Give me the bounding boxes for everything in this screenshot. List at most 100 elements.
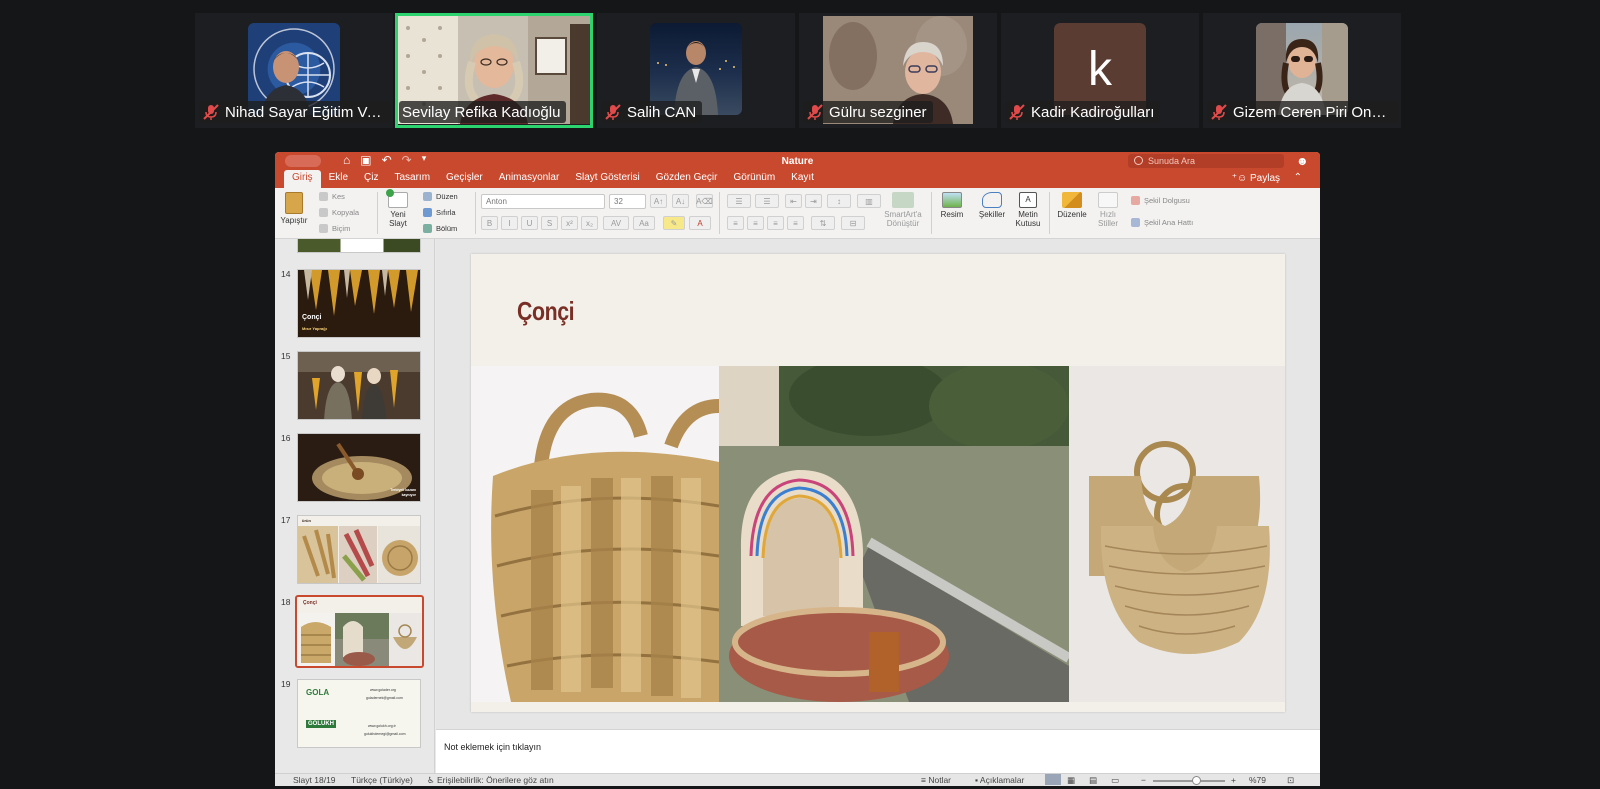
comments-toggle[interactable]: ▪ Açıklamalar — [975, 775, 1024, 785]
participant-tile[interactable]: k Kadir Kadiroğulları — [1001, 13, 1199, 128]
notes-pane[interactable]: Not eklemek için tıklayın — [436, 729, 1320, 773]
clear-format-icon[interactable]: A⌫ — [696, 194, 713, 208]
basket-photo-2[interactable] — [719, 366, 1069, 702]
align-left-icon[interactable]: ≡ — [727, 216, 744, 230]
zoom-in-icon[interactable]: + — [1231, 775, 1236, 785]
shape-outline-button[interactable]: Şekil Ana Hattı — [1131, 218, 1193, 227]
picture-button[interactable]: Resim — [937, 192, 967, 219]
paste-button[interactable]: Yapıştır — [279, 192, 309, 225]
columns-icon[interactable]: ▥ — [857, 194, 881, 208]
quick-styles-label-1: Hızlı — [1100, 210, 1116, 219]
tab-record[interactable]: Kayıt — [783, 172, 822, 188]
muted-mic-icon — [605, 104, 621, 120]
zoom-slider[interactable] — [1153, 776, 1225, 785]
reset-icon — [423, 208, 432, 217]
justify-icon[interactable]: ≡ — [787, 216, 804, 230]
participant-tile[interactable]: Gülru sezginer — [799, 13, 997, 128]
underline-icon[interactable]: U — [521, 216, 538, 230]
slide-thumbnail-13[interactable] — [297, 239, 421, 253]
normal-view-icon[interactable] — [1045, 774, 1061, 785]
reset-button[interactable]: Sıfırla — [423, 208, 456, 217]
slide-thumbnail-14[interactable]: Çonçi Mısır Yaprağı — [297, 269, 421, 338]
italic-icon[interactable]: I — [501, 216, 518, 230]
slide-editing-area[interactable]: Çonçi — [436, 239, 1320, 729]
section-button[interactable]: Bölüm — [423, 224, 457, 233]
text-direction-icon[interactable]: ⇅ — [811, 216, 835, 230]
bold-icon[interactable]: B — [481, 216, 498, 230]
change-case-icon[interactable]: Aa — [633, 216, 655, 230]
search-box[interactable]: Sunuda Ara — [1128, 154, 1284, 168]
fit-slide-icon[interactable]: ⊡ — [1287, 775, 1294, 786]
accessibility-checker[interactable]: ♿ Erişilebilirlik: Önerilere göz atın — [427, 775, 554, 786]
participant-name: Salih CAN — [627, 103, 697, 121]
tab-home[interactable]: Giriş — [284, 170, 321, 188]
shape-fill-label: Şekil Dolgusu — [1144, 196, 1190, 205]
participant-tile-active-speaker[interactable]: Sevilay Refika Kadıoğlu — [395, 13, 593, 128]
quick-styles-icon — [1098, 192, 1118, 208]
zoom-slider-thumb[interactable] — [1192, 776, 1202, 785]
basket-photo-3[interactable] — [1069, 366, 1285, 702]
align-text-icon[interactable]: ⊟ — [841, 216, 865, 230]
character-spacing-icon[interactable]: AV — [603, 216, 629, 230]
tab-review[interactable]: Gözden Geçir — [648, 172, 726, 188]
slide-title[interactable]: Çonçi — [517, 296, 575, 327]
shape-fill-button[interactable]: Şekil Dolgusu — [1131, 196, 1190, 205]
font-size-select[interactable]: 32 — [609, 194, 646, 209]
align-right-icon[interactable]: ≡ — [767, 216, 784, 230]
superscript-icon[interactable]: x² — [561, 216, 578, 230]
decrease-font-icon[interactable]: A↓ — [672, 194, 689, 208]
subscript-icon[interactable]: x₂ — [581, 216, 598, 230]
zoom-out-icon[interactable]: − — [1141, 775, 1146, 785]
line-spacing-icon[interactable]: ↕ — [827, 194, 851, 208]
align-center-icon[interactable]: ≡ — [747, 216, 764, 230]
new-slide-button[interactable]: Yeni Slayt — [383, 189, 413, 228]
slide-thumbnail-panel[interactable]: 14 Çonçi Mısır Yaprağı 15 16 Terbiyeli k… — [275, 239, 435, 773]
cut-button[interactable]: Kes — [319, 192, 345, 201]
font-color-icon[interactable]: A — [689, 216, 711, 230]
reading-view-icon[interactable]: ▤ — [1089, 775, 1097, 786]
notes-toggle[interactable]: ≡ Notlar — [921, 775, 951, 785]
arrange-button[interactable]: Düzenle — [1055, 192, 1089, 219]
decrease-indent-icon[interactable]: ⇤ — [785, 194, 802, 208]
tab-transitions[interactable]: Geçişler — [438, 172, 491, 188]
highlight-icon[interactable]: ✎ — [663, 216, 685, 230]
convert-smartart-button[interactable]: SmartArt'a Dönüştür — [881, 192, 925, 228]
tab-animations[interactable]: Animasyonlar — [491, 172, 568, 188]
share-button[interactable]: ⁺☺ Paylaş — [1232, 173, 1280, 184]
current-slide[interactable]: Çonçi — [471, 254, 1285, 712]
slide-number: 18 — [281, 597, 291, 607]
bullets-icon[interactable]: ☰ — [727, 194, 751, 208]
slide-thumbnail-15[interactable] — [297, 351, 421, 420]
zoom-level[interactable]: %79 — [1249, 775, 1266, 785]
slide-sorter-icon[interactable]: ▦ — [1067, 775, 1075, 786]
tab-view[interactable]: Görünüm — [725, 172, 783, 188]
format-painter-button[interactable]: Biçim — [319, 224, 350, 233]
tab-draw[interactable]: Çiz — [356, 172, 386, 188]
font-name-select[interactable]: Anton — [481, 194, 605, 209]
shapes-button[interactable]: Şekiller — [975, 192, 1009, 219]
collapse-ribbon-icon[interactable]: ⌃ — [1294, 172, 1302, 183]
basket-photo-1[interactable] — [471, 366, 719, 702]
strikethrough-icon[interactable]: S — [541, 216, 558, 230]
language-indicator[interactable]: Türkçe (Türkiye) — [351, 775, 413, 785]
slide-thumbnail-19[interactable]: GOLA www.golader.org goladernek@gmail.co… — [297, 679, 421, 748]
tab-slideshow[interactable]: Slayt Gösterisi — [567, 172, 647, 188]
textbox-button[interactable]: A Metin Kutusu — [1013, 192, 1043, 228]
participant-tile[interactable]: Nihad Sayar Eğitim Va... — [195, 13, 393, 128]
participant-tile[interactable]: Gizem Ceren Piri Onse... — [1203, 13, 1401, 128]
account-icon[interactable]: ☻ — [1296, 154, 1310, 168]
slide-thumbnail-16[interactable]: Terbiyeli kazanı kaynıyor — [297, 433, 421, 502]
increase-indent-icon[interactable]: ⇥ — [805, 194, 822, 208]
quick-styles-button[interactable]: Hızlı Stiller — [1093, 192, 1123, 228]
tab-design[interactable]: Tasarım — [386, 172, 438, 188]
layout-button[interactable]: Düzen — [423, 192, 458, 201]
participant-tile[interactable]: Salih CAN — [597, 13, 795, 128]
slideshow-icon[interactable]: ▭ — [1111, 775, 1119, 786]
tab-insert[interactable]: Ekle — [321, 172, 356, 188]
increase-font-icon[interactable]: A↑ — [650, 194, 667, 208]
slide-thumbnail-17[interactable]: ürün — [297, 515, 421, 584]
slide-thumbnail-18-selected[interactable]: Çonçi — [295, 595, 424, 668]
new-slide-label-1: Yeni — [390, 210, 406, 219]
numbering-icon[interactable]: ☰ — [755, 194, 779, 208]
copy-button[interactable]: Kopyala — [319, 208, 359, 217]
